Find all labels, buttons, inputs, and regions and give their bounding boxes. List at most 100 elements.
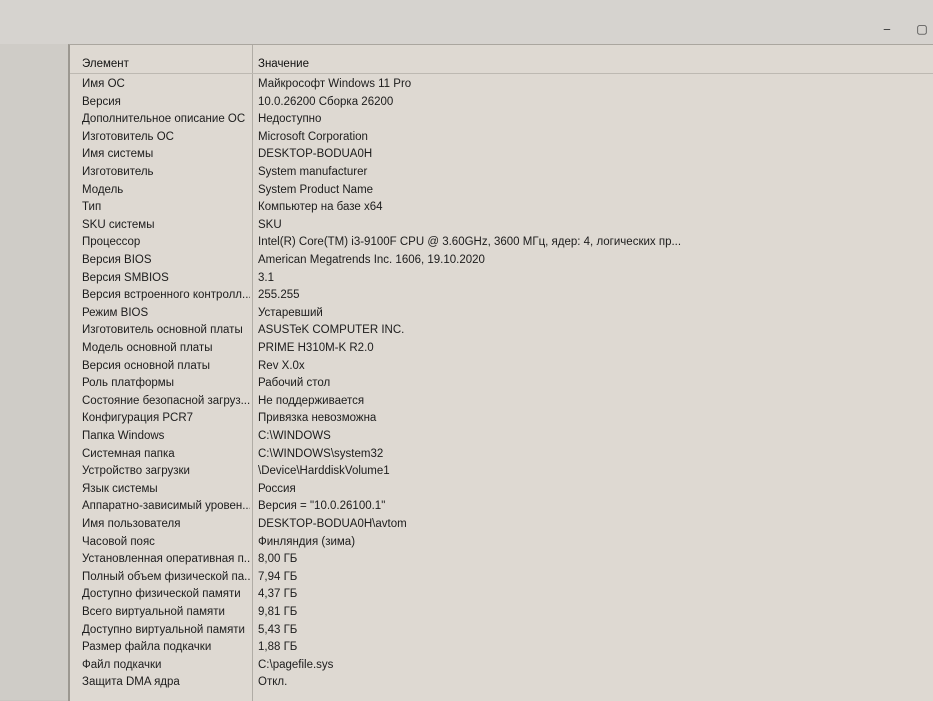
table-row[interactable]: Часовой пояс Финляндия (зима) [70, 533, 933, 551]
column-header-value[interactable]: Значение [258, 55, 918, 73]
row-value: Финляндия (зима) [258, 535, 356, 548]
row-element-label: Дополнительное описание ОС [82, 113, 246, 126]
row-element-label: Режим BIOS [82, 306, 149, 319]
table-row[interactable]: Модель System Product Name [70, 181, 933, 199]
row-element-label: Версия SMBIOS [82, 271, 169, 284]
column-header-element[interactable]: Элемент [82, 55, 250, 73]
row-value: 9,81 ГБ [258, 606, 298, 618]
row-element-label: Конфигурация PCR7 [82, 412, 194, 425]
table-row[interactable]: Всего виртуальной памяти 9,81 ГБ [70, 603, 933, 621]
row-element-label: Папка Windows [82, 430, 165, 442]
table-row[interactable]: Имя пользователя DESKTOP-BODUA0H\avtom [70, 515, 933, 533]
row-value: Компьютер на базе x64 [258, 201, 383, 214]
table-row[interactable]: Папка Windows C:\WINDOWS [70, 427, 933, 445]
row-value: DESKTOP-BODUA0H\avtom [258, 518, 407, 530]
row-value: System Product Name [258, 183, 374, 196]
maximize-icon[interactable]: ▢ [915, 22, 929, 36]
row-value: Не поддерживается [258, 394, 365, 407]
table-row[interactable]: Аппаратно-зависимый уровен... Версия = "1… [70, 497, 933, 515]
row-value: C:\pagefile.sys [258, 658, 334, 671]
minimize-icon[interactable]: ‒ [880, 22, 894, 36]
row-value: \Device\HarddiskVolume1 [258, 465, 390, 478]
row-value: Версия = "10.0.26100.1" [258, 500, 386, 513]
row-value: C:\WINDOWS\system32 [258, 447, 384, 460]
row-element-label: Версия основной платы [82, 359, 211, 372]
navigation-pane-edge [0, 44, 68, 700]
row-value: SKU [258, 218, 282, 231]
row-element-label: Изготовитель ОС [82, 130, 174, 143]
table-row[interactable]: Доступно физической памяти 4,37 ГБ [70, 585, 933, 603]
table-row[interactable]: Тип Компьютер на базе x64 [70, 198, 933, 216]
table-row[interactable]: Версия SMBIOS 3.1 [70, 269, 933, 287]
table-row[interactable]: Режим BIOS Устаревший [70, 304, 933, 322]
row-value: C:\WINDOWS [258, 430, 331, 442]
table-row[interactable]: Файл подкачки C:\pagefile.sys [70, 656, 933, 674]
table-row[interactable]: Устройство загрузки \Device\HarddiskVolum… [70, 462, 933, 480]
row-element-label: Модель основной платы [82, 342, 213, 354]
table-row[interactable]: Изготовитель ОС Microsoft Corporation [70, 128, 933, 146]
row-element-label: Всего виртуальной памяти [82, 606, 225, 618]
row-element-label: Имя ОС [82, 78, 125, 90]
row-value: ASUSTeK COMPUTER INC. [258, 324, 405, 337]
row-value: 4,37 ГБ [258, 588, 298, 601]
table-row[interactable]: Системная папка C:\WINDOWS\system32 [70, 445, 933, 463]
table-row[interactable]: Защита DMA ядра Откл. [70, 673, 933, 691]
table-row[interactable]: SKU системы SKU [70, 216, 933, 234]
row-element-label: Размер файла подкачки [82, 641, 212, 654]
row-element-label: Установленная оперативная п... [82, 553, 250, 566]
row-element-label: Часовой пояс [82, 535, 155, 548]
row-value: 5,43 ГБ [258, 623, 298, 636]
row-element-label: Полный объем физической па... [82, 570, 250, 583]
row-value: DESKTOP-BODUA0H [258, 148, 373, 161]
row-value: Rev X.0x [258, 359, 305, 372]
row-element-label: Роль платформы [82, 377, 174, 390]
row-element-label: Устройство загрузки [82, 465, 190, 478]
table-row[interactable]: Конфигурация PCR7 Привязка невозможна [70, 409, 933, 427]
row-element-label: Процессор [82, 236, 141, 249]
row-element-label: Изготовитель основной платы [82, 324, 243, 337]
row-value: Intel(R) Core(TM) i3-9100F CPU @ 3.60GHz… [258, 236, 682, 249]
table-row[interactable]: Полный объем физической па... 7,94 ГБ [70, 568, 933, 586]
table-row[interactable]: Версия 10.0.26200 Сборка 26200 [70, 93, 933, 111]
row-element-label: Защита DMA ядра [82, 676, 180, 689]
table-row[interactable]: Изготовитель System manufacturer [70, 163, 933, 181]
row-element-label: SKU системы [82, 218, 155, 231]
table-row[interactable]: Дополнительное описание ОС Недоступно [70, 110, 933, 128]
table-row[interactable]: Версия BIOS American Megatrends Inc. 1606… [70, 251, 933, 269]
row-value: 1,88 ГБ [258, 641, 298, 654]
row-value: System manufacturer [258, 166, 368, 178]
row-value: 10.0.26200 Сборка 26200 [258, 95, 394, 108]
table-row[interactable]: Язык системы Россия [70, 480, 933, 498]
row-value: Microsoft Corporation [258, 130, 368, 143]
row-value: Рабочий стол [258, 377, 331, 390]
table-row[interactable]: Доступно виртуальной памяти 5,43 ГБ [70, 621, 933, 639]
row-element-label: Тип [82, 201, 102, 214]
table-row[interactable]: Процессор Intel(R) Core(TM) i3-9100F CPU … [70, 233, 933, 251]
system-summary-list: Элемент Значение Имя ОС Майкрософт Window… [68, 44, 933, 701]
row-element-label: Изготовитель [82, 166, 154, 178]
row-value: Майкрософт Windows 11 Pro [258, 78, 412, 90]
row-value: 3.1 [258, 271, 274, 284]
table-row[interactable]: Изготовитель основной платы ASUSTeK COMPU… [70, 321, 933, 339]
table-row[interactable]: Имя системы DESKTOP-BODUA0H [70, 145, 933, 163]
row-value: Устаревший [258, 306, 323, 319]
table-row[interactable]: Версия основной платы Rev X.0x [70, 357, 933, 375]
table-row[interactable]: Роль платформы Рабочий стол [70, 374, 933, 392]
row-element-label: Доступно физической памяти [82, 588, 241, 601]
row-value: Недоступно [258, 113, 322, 126]
row-value: 8,00 ГБ [258, 553, 298, 566]
row-element-label: Имя пользователя [82, 518, 181, 530]
row-value: Россия [258, 482, 296, 495]
table-row[interactable]: Версия встроенного контролл... 255.255 [70, 286, 933, 304]
table-row[interactable]: Имя ОС Майкрософт Windows 11 Pro [70, 75, 933, 93]
window-titlebar: ‒ ▢ [0, 0, 933, 44]
row-element-label: Версия [82, 95, 121, 108]
table-row[interactable]: Размер файла подкачки 1,88 ГБ [70, 638, 933, 656]
row-element-label: Версия BIOS [82, 254, 152, 266]
row-element-label: Системная папка [82, 447, 175, 460]
table-row[interactable]: Состояние безопасной загруз... Не поддерж… [70, 392, 933, 410]
row-element-label: Модель [82, 183, 124, 196]
table-row[interactable]: Установленная оперативная п... 8,00 ГБ [70, 550, 933, 568]
table-row[interactable]: Модель основной платы PRIME H310M-K R2.0 [70, 339, 933, 357]
row-value: Привязка невозможна [258, 412, 377, 425]
